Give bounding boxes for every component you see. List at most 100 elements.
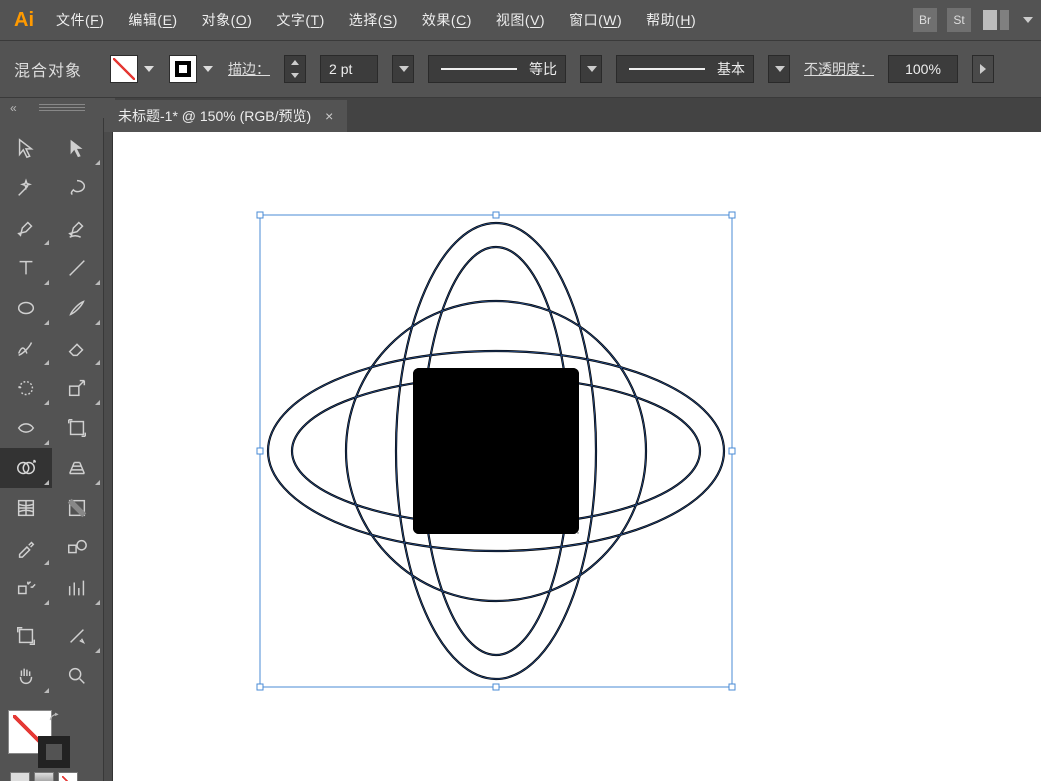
brush-label: 基本 bbox=[717, 59, 745, 79]
draw-mode-row bbox=[0, 772, 103, 781]
brush-line-icon bbox=[629, 68, 705, 70]
menu-file[interactable]: 文件(F) bbox=[56, 10, 104, 30]
menu-select[interactable]: 选择(S) bbox=[349, 10, 398, 30]
stroke-swatch-dropdown[interactable] bbox=[199, 55, 214, 83]
selection-type-label: 混合对象 bbox=[14, 57, 82, 81]
curvature-tool[interactable] bbox=[52, 208, 104, 248]
workspace-dropdown-icon bbox=[1023, 17, 1033, 23]
menu-type[interactable]: 文字(T) bbox=[276, 10, 324, 30]
stroke-swatch[interactable] bbox=[169, 55, 197, 83]
document-area: 未标题-1* @ 150% (RGB/预览) × bbox=[104, 98, 1041, 781]
opacity-value[interactable]: 100% bbox=[888, 55, 958, 83]
menu-object[interactable]: 对象(O) bbox=[202, 10, 253, 30]
menu-edit-label: 编辑 bbox=[128, 12, 157, 28]
stroke-weight-dropdown[interactable] bbox=[392, 55, 414, 83]
slice-tool[interactable] bbox=[52, 616, 104, 656]
paintbrush-tool[interactable] bbox=[52, 288, 104, 328]
menu-effect-label: 效果 bbox=[422, 12, 451, 28]
chevron-down-icon bbox=[587, 66, 597, 72]
fill-swatch[interactable] bbox=[110, 55, 138, 83]
mesh-tool[interactable] bbox=[0, 488, 52, 528]
artboard-tool[interactable] bbox=[0, 616, 52, 656]
stroke-weight-label[interactable]: 描边： bbox=[228, 59, 270, 79]
lasso-tool[interactable] bbox=[52, 168, 104, 208]
document-tab-close-button[interactable]: × bbox=[325, 108, 333, 124]
artboard bbox=[113, 132, 1041, 781]
stroke-profile-line-icon bbox=[441, 68, 517, 70]
magic-wand-tool[interactable] bbox=[0, 168, 52, 208]
chevron-down-icon bbox=[144, 66, 154, 72]
shaper-tool[interactable] bbox=[0, 328, 52, 368]
free-transform-tool[interactable] bbox=[52, 408, 104, 448]
scale-tool[interactable] bbox=[52, 368, 104, 408]
workspace-switcher[interactable] bbox=[981, 8, 1011, 32]
perspective-grid-tool[interactable] bbox=[52, 448, 104, 488]
document-tab[interactable]: 未标题-1* @ 150% (RGB/预览) × bbox=[104, 100, 347, 132]
eyedropper-tool[interactable] bbox=[0, 528, 52, 568]
bridge-button[interactable]: Br bbox=[913, 8, 937, 32]
menu-help[interactable]: 帮助(H) bbox=[646, 10, 696, 30]
draw-normal-button[interactable] bbox=[10, 772, 30, 781]
symbol-sprayer-tool[interactable] bbox=[0, 568, 52, 608]
direct-selection-tool[interactable] bbox=[52, 128, 104, 168]
fill-swatch-dropdown[interactable] bbox=[140, 55, 155, 83]
eraser-tool[interactable] bbox=[52, 328, 104, 368]
tool-grid bbox=[0, 128, 103, 608]
menu-view-label: 视图 bbox=[496, 12, 525, 28]
brush-definition-select[interactable]: 基本 bbox=[616, 55, 754, 83]
stroke-weight-spinner[interactable] bbox=[284, 55, 306, 83]
stroke-profile-label: 等比 bbox=[529, 59, 557, 79]
chevron-down-icon bbox=[203, 66, 213, 72]
selection-tool[interactable] bbox=[0, 128, 52, 168]
stroke-swatch-group bbox=[169, 55, 214, 83]
menu-select-label: 选择 bbox=[349, 12, 378, 28]
chevron-down-icon bbox=[775, 66, 785, 72]
brush-dropdown[interactable] bbox=[768, 55, 790, 83]
workspace: « bbox=[0, 98, 1041, 781]
rotate-tool[interactable] bbox=[0, 368, 52, 408]
menu-window-label: 窗口 bbox=[569, 12, 598, 28]
swap-fill-stroke-icon[interactable] bbox=[48, 712, 62, 726]
menu-object-label: 对象 bbox=[202, 12, 231, 28]
stroke-indicator[interactable] bbox=[38, 736, 70, 768]
column-graph-tool[interactable] bbox=[52, 568, 104, 608]
controlbar-overflow-button[interactable] bbox=[972, 55, 994, 83]
menu-window[interactable]: 窗口(W) bbox=[569, 10, 622, 30]
menu-edit[interactable]: 编辑(E) bbox=[128, 10, 177, 30]
control-bar: 混合对象 描边： 2 pt 等比 基本 不透明度： 100% bbox=[0, 40, 1041, 98]
menu-view[interactable]: 视图(V) bbox=[496, 10, 545, 30]
blend-tool[interactable] bbox=[52, 528, 104, 568]
zoom-tool[interactable] bbox=[52, 656, 104, 696]
fill-stroke-indicator[interactable] bbox=[8, 710, 68, 766]
pen-tool[interactable] bbox=[0, 208, 52, 248]
hand-tool[interactable] bbox=[0, 656, 52, 696]
stroke-weight-value[interactable]: 2 pt bbox=[320, 55, 378, 83]
fill-swatch-group bbox=[110, 55, 155, 83]
type-tool[interactable] bbox=[0, 248, 52, 288]
collapse-arrows-icon: « bbox=[10, 101, 15, 115]
panel-collapse-strip[interactable]: « bbox=[0, 98, 115, 118]
chevron-down-icon bbox=[399, 66, 409, 72]
menu-type-label: 文字 bbox=[276, 12, 305, 28]
document-tab-title: 未标题-1* @ 150% (RGB/预览) bbox=[118, 106, 311, 126]
width-tool[interactable] bbox=[0, 408, 52, 448]
stroke-profile-dropdown[interactable] bbox=[580, 55, 602, 83]
ellipse-tool[interactable] bbox=[0, 288, 52, 328]
draw-behind-button[interactable] bbox=[34, 772, 54, 781]
line-segment-tool[interactable] bbox=[52, 248, 104, 288]
stroke-profile-select[interactable]: 等比 bbox=[428, 55, 566, 83]
stock-button[interactable]: St bbox=[947, 8, 971, 32]
draw-inside-button[interactable] bbox=[58, 772, 78, 781]
menu-bar: Ai 文件(F) 编辑(E) 对象(O) 文字(T) 选择(S) 效果(C) 视… bbox=[0, 0, 1041, 40]
grip-icon bbox=[39, 104, 85, 112]
menu-help-label: 帮助 bbox=[646, 12, 675, 28]
document-tab-strip: 未标题-1* @ 150% (RGB/预览) × bbox=[104, 98, 1041, 132]
opacity-label[interactable]: 不透明度： bbox=[804, 59, 874, 79]
menu-effect[interactable]: 效果(C) bbox=[422, 10, 472, 30]
toolbox bbox=[0, 98, 104, 781]
menu-right-cluster: Br St bbox=[913, 8, 1033, 32]
gradient-tool[interactable] bbox=[52, 488, 104, 528]
workspace-icon bbox=[983, 10, 1009, 30]
shape-builder-tool[interactable] bbox=[0, 448, 52, 488]
canvas[interactable] bbox=[104, 132, 1041, 781]
